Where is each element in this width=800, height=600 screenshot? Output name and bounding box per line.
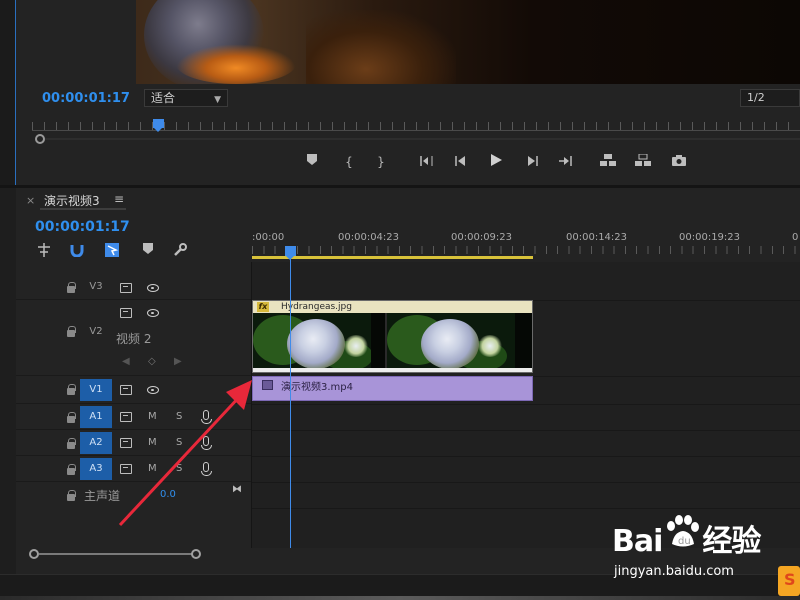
scroll-handle-left[interactable] xyxy=(29,549,39,559)
monitor-zoom-handle[interactable] xyxy=(35,134,45,144)
sync-lock-icon[interactable] xyxy=(120,308,132,318)
active-tab-indicator xyxy=(40,208,126,210)
timeline-timecode[interactable]: 00:00:01:17 xyxy=(35,219,130,235)
chevron-down-icon: ▼ xyxy=(214,95,221,105)
mark-in-icon[interactable]: { xyxy=(338,152,360,172)
sync-lock-icon[interactable] xyxy=(120,283,132,293)
program-preview-frame xyxy=(136,0,800,84)
add-keyframe-icon[interactable]: ◇ xyxy=(148,356,156,367)
playhead-line xyxy=(290,258,291,548)
track-label-a1[interactable]: A1 xyxy=(80,406,112,428)
add-marker-icon[interactable] xyxy=(301,152,323,172)
ruler-label: 0 xyxy=(792,232,799,243)
add-marker-timeline-icon[interactable] xyxy=(140,243,156,259)
lock-icon[interactable] xyxy=(66,412,76,424)
lift-icon[interactable] xyxy=(597,152,619,172)
lock-icon[interactable] xyxy=(66,282,76,294)
panel-menu-icon[interactable]: ≡ xyxy=(114,192,124,206)
clip-name: Hydrangeas.jpg xyxy=(281,302,352,312)
mark-out-icon[interactable]: } xyxy=(370,152,392,172)
clip-name: 演示视频3.mp4 xyxy=(281,382,353,393)
extract-icon[interactable] xyxy=(632,152,654,172)
camera-icon[interactable] xyxy=(668,152,690,172)
eye-icon[interactable] xyxy=(147,284,159,292)
track-header-v2: V2 视频 2 ◀ ◇ ▶ xyxy=(16,300,251,376)
track-label-a3[interactable]: A3 xyxy=(80,458,112,480)
lock-icon[interactable] xyxy=(66,464,76,476)
zoom-fit-select[interactable]: 适合 ▼ xyxy=(144,89,228,107)
ruler-label: 00:00:04:23 xyxy=(338,232,400,243)
work-area-bar[interactable] xyxy=(252,256,533,259)
ruler-label: 00:00:14:23 xyxy=(566,232,628,243)
lock-icon[interactable] xyxy=(66,438,76,450)
track-label-a2[interactable]: A2 xyxy=(80,432,112,454)
prev-keyframe-icon[interactable]: ◀ xyxy=(122,356,130,367)
step-forward-icon[interactable] xyxy=(521,152,543,172)
clip-demo-video[interactable]: 演示视频3.mp4 xyxy=(252,376,533,401)
monitor-zoom-track xyxy=(45,138,800,140)
logo-text-left: Bai xyxy=(612,524,663,559)
fx-badge-icon[interactable] xyxy=(262,380,273,390)
ruler-label: :00:00 xyxy=(252,232,285,243)
ruler-label: 00:00:09:23 xyxy=(451,232,513,243)
go-to-in-icon[interactable] xyxy=(416,152,438,172)
play-icon[interactable] xyxy=(485,152,507,172)
eye-icon[interactable] xyxy=(147,309,159,317)
ruler-label: 00:00:19:23 xyxy=(679,232,741,243)
step-back-icon[interactable] xyxy=(450,152,472,172)
track-label-v1[interactable]: V1 xyxy=(80,379,112,401)
paw-logo-icon: du xyxy=(667,515,699,547)
timeline-playhead[interactable] xyxy=(285,246,296,260)
source-panel-edge xyxy=(0,0,16,185)
annotation-arrow xyxy=(118,380,252,527)
fx-badge[interactable]: fx xyxy=(257,302,269,312)
nest-insert-icon[interactable] xyxy=(36,243,52,259)
sequence-tab-title[interactable]: 演示视频3 xyxy=(44,192,100,209)
app-badge-icon xyxy=(778,566,800,596)
monitor-time-ruler[interactable] xyxy=(32,118,800,132)
track-header-v3: V3 xyxy=(16,262,251,300)
clip-hydrangeas[interactable]: fx Hydrangeas.jpg xyxy=(252,300,533,373)
bottom-strip xyxy=(0,596,800,600)
clip-thumbnail xyxy=(387,313,532,370)
track-name-v2[interactable]: 视频 2 xyxy=(116,330,151,347)
lock-icon[interactable] xyxy=(66,326,76,338)
next-keyframe-icon[interactable]: ▶ xyxy=(174,356,182,367)
wrench-settings-icon[interactable] xyxy=(172,243,188,259)
svg-text:du: du xyxy=(678,536,691,547)
linked-selection-icon[interactable] xyxy=(104,243,120,259)
monitor-playhead[interactable] xyxy=(153,119,164,132)
logo-text-right: 经验 xyxy=(702,524,761,559)
go-to-out-icon[interactable] xyxy=(554,152,576,172)
clip-thumbnail xyxy=(253,313,385,370)
monitor-timecode[interactable]: 00:00:01:17 xyxy=(42,91,130,106)
watermark-url: jingyan.baidu.com xyxy=(614,564,734,579)
lock-icon[interactable] xyxy=(66,384,76,396)
snap-magnet-icon[interactable] xyxy=(69,243,85,259)
track-label-v2[interactable]: V2 xyxy=(80,321,112,343)
zoom-fit-value: 适合 xyxy=(151,91,176,105)
timeline-scrollbar[interactable] xyxy=(39,553,192,555)
playback-resolution-select[interactable]: 1/2 xyxy=(740,89,800,107)
scroll-handle-right[interactable] xyxy=(191,549,201,559)
lock-icon[interactable] xyxy=(66,490,76,502)
close-tab-icon[interactable]: × xyxy=(26,194,35,207)
track-label-v3[interactable]: V3 xyxy=(80,276,112,298)
